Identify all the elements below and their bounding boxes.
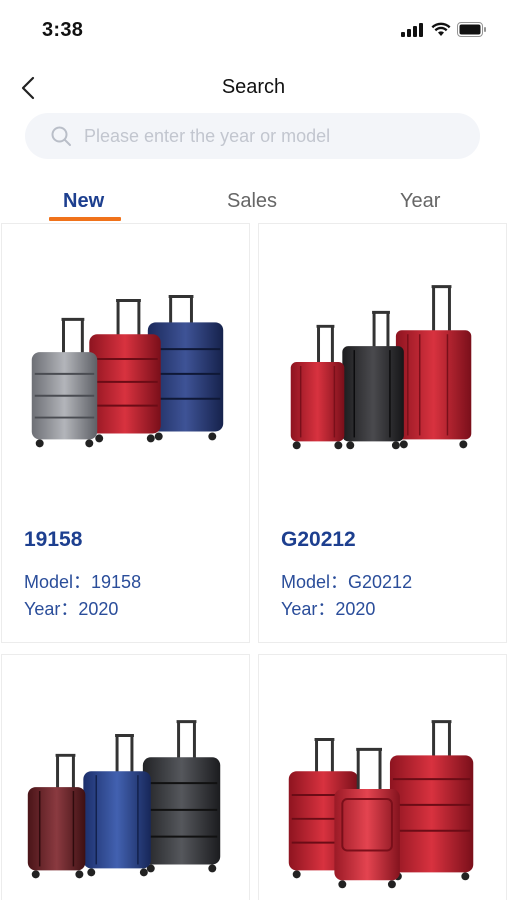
search-icon — [51, 126, 71, 146]
product-card[interactable]: 19158 Model：19158 Year：2020 — [1, 223, 250, 643]
product-image — [288, 720, 474, 889]
product-model: Model：19158 — [24, 572, 142, 592]
product-code: G20212 — [281, 528, 356, 551]
status-bar: 3:38 — [0, 0, 507, 60]
signal-icon — [401, 22, 423, 37]
active-tab-indicator — [49, 217, 121, 221]
tab-sales[interactable]: Sales — [227, 190, 277, 213]
page-title: Search — [221, 76, 286, 98]
product-card[interactable] — [1, 654, 250, 900]
tab-year[interactable]: Year — [400, 190, 440, 213]
status-time: 3:38 — [42, 19, 84, 41]
product-image — [290, 285, 472, 450]
wifi-icon — [431, 22, 451, 36]
search-bar[interactable] — [25, 113, 480, 159]
product-model: Model：G20212 — [281, 572, 413, 592]
product-card[interactable] — [258, 654, 507, 900]
status-icons — [401, 22, 487, 37]
battery-icon — [457, 22, 486, 37]
search-input[interactable] — [84, 125, 454, 147]
tab-bar: New Sales Year — [0, 186, 507, 224]
product-card[interactable]: G20212 Model：G20212 Year：2020 — [258, 223, 507, 643]
product-image — [27, 720, 221, 879]
tab-new[interactable]: New — [63, 190, 104, 213]
nav-bar: Search — [0, 66, 507, 110]
product-year: Year：2020 — [281, 599, 376, 619]
product-code: 19158 — [24, 528, 83, 551]
product-image — [31, 295, 224, 448]
product-year: Year：2020 — [24, 599, 119, 619]
